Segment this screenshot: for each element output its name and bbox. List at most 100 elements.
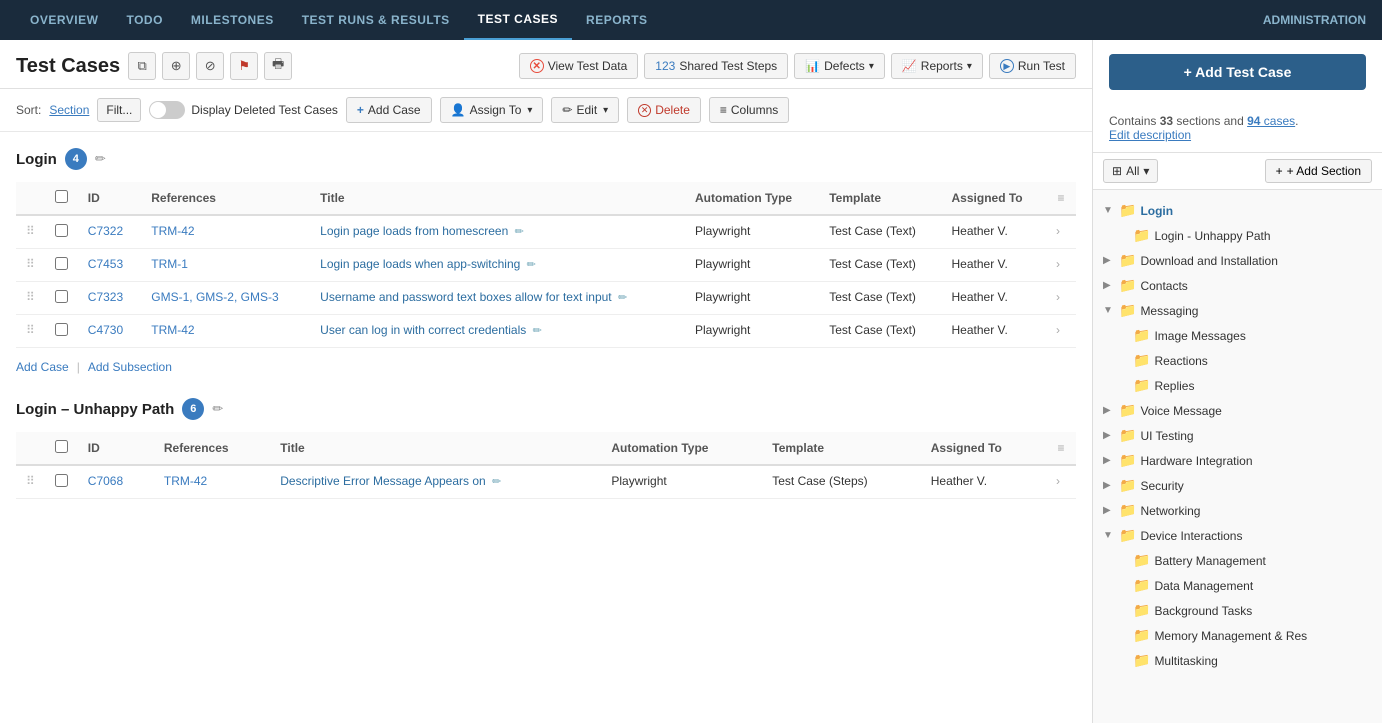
tree-item[interactable]: ▶ 📁 Hardware Integration bbox=[1093, 448, 1382, 473]
select-all-checkbox[interactable] bbox=[55, 190, 68, 203]
case-id[interactable]: C7323 bbox=[78, 282, 141, 315]
copy-icon-btn[interactable]: ⧉ bbox=[128, 52, 156, 80]
case-edit-inline-icon[interactable]: ✏ bbox=[533, 325, 542, 337]
tree-item[interactable]: ▶ 📁 Contacts bbox=[1093, 273, 1382, 298]
row-checkbox[interactable] bbox=[55, 323, 68, 336]
nav-test-runs[interactable]: TEST RUNS & RESULTS bbox=[288, 0, 464, 40]
import-icon-btn[interactable]: ⊕ bbox=[162, 52, 190, 80]
case-edit-inline-icon[interactable]: ✏ bbox=[527, 259, 536, 271]
section1-add-subsection-link[interactable]: Add Subsection bbox=[88, 360, 172, 374]
s2-col-settings-btn[interactable]: ≡ bbox=[1046, 432, 1076, 465]
case-title[interactable]: Username and password text boxes allow f… bbox=[310, 282, 685, 315]
shared-test-steps-btn[interactable]: 123 Shared Test Steps bbox=[644, 53, 788, 79]
case-edit-inline-icon[interactable]: ✏ bbox=[492, 476, 501, 488]
col-settings-btn[interactable]: ≡ bbox=[1046, 182, 1076, 215]
tree-item[interactable]: 📁 Replies bbox=[1093, 373, 1382, 398]
nav-administration[interactable]: ADMINISTRATION bbox=[1263, 13, 1366, 27]
sort-value[interactable]: Section bbox=[49, 103, 89, 117]
defects-btn[interactable]: 📊 Defects bbox=[794, 53, 885, 79]
row-checkbox[interactable] bbox=[55, 474, 68, 487]
add-section-button[interactable]: + + Add Section bbox=[1265, 159, 1372, 183]
case-expand-btn[interactable]: › bbox=[1046, 465, 1076, 499]
print-icon-btn[interactable]: 🖶 bbox=[264, 52, 292, 80]
section2-table: ID References Title Automation Type Temp… bbox=[16, 432, 1076, 499]
case-id[interactable]: C7068 bbox=[78, 465, 154, 499]
tree-item[interactable]: ▶ 📁 Networking bbox=[1093, 498, 1382, 523]
add-case-btn[interactable]: + Add Case bbox=[346, 97, 432, 123]
tree-item[interactable]: 📁 Image Messages bbox=[1093, 323, 1382, 348]
all-label: All bbox=[1126, 164, 1139, 178]
tree-item[interactable]: 📁 Login - Unhappy Path bbox=[1093, 223, 1382, 248]
x-icon: ✕ bbox=[530, 59, 544, 73]
tree-item[interactable]: ▶ 📁 Download and Installation bbox=[1093, 248, 1382, 273]
case-edit-inline-icon[interactable]: ✏ bbox=[515, 226, 524, 238]
row-checkbox[interactable] bbox=[55, 224, 68, 237]
folder-icon: 📁 bbox=[1133, 377, 1150, 394]
add-test-case-button[interactable]: + Add Test Case bbox=[1109, 54, 1366, 90]
drag-handle: ⠿ bbox=[16, 282, 45, 315]
case-expand-btn[interactable]: › bbox=[1046, 282, 1076, 315]
nav-test-cases[interactable]: TEST CASES bbox=[464, 0, 572, 40]
table-icon: ⊞ bbox=[1112, 164, 1122, 178]
case-expand-btn[interactable]: › bbox=[1046, 215, 1076, 249]
nav-reports[interactable]: REPORTS bbox=[572, 0, 662, 40]
tree-item[interactable]: 📁 Background Tasks bbox=[1093, 598, 1382, 623]
tree-item[interactable]: ▶ 📁 Voice Message bbox=[1093, 398, 1382, 423]
section2-edit-icon[interactable]: ✏ bbox=[212, 401, 223, 417]
tree-item[interactable]: ▼ 📁 Device Interactions bbox=[1093, 523, 1382, 548]
folder-icon: 📁 bbox=[1119, 502, 1136, 519]
row-checkbox[interactable] bbox=[55, 257, 68, 270]
footer-sep: | bbox=[77, 360, 80, 374]
export-icon-btn[interactable]: ⊘ bbox=[196, 52, 224, 80]
case-expand-btn[interactable]: › bbox=[1046, 249, 1076, 282]
folder-icon: 📁 bbox=[1119, 277, 1136, 294]
delete-btn[interactable]: ✕ Delete bbox=[627, 97, 701, 123]
case-edit-inline-icon[interactable]: ✏ bbox=[618, 292, 627, 304]
tree-item[interactable]: 📁 Multitasking bbox=[1093, 648, 1382, 673]
reports-icon: 📈 bbox=[902, 59, 917, 73]
columns-btn[interactable]: ≡ Columns bbox=[709, 97, 789, 123]
tree-item[interactable]: ▼ 📁 Login bbox=[1093, 198, 1382, 223]
section1-edit-icon[interactable]: ✏ bbox=[95, 151, 106, 167]
drag-handle: ⠿ bbox=[16, 249, 45, 282]
tree-item[interactable]: 📁 Battery Management bbox=[1093, 548, 1382, 573]
tree-item[interactable]: 📁 Reactions bbox=[1093, 348, 1382, 373]
row-checkbox-cell bbox=[45, 249, 78, 282]
tree-item[interactable]: ▶ 📁 UI Testing bbox=[1093, 423, 1382, 448]
tree-item[interactable]: 📁 Memory Management & Res bbox=[1093, 623, 1382, 648]
deleted-toggle[interactable] bbox=[149, 101, 185, 119]
s2-select-all-checkbox[interactable] bbox=[55, 440, 68, 453]
s2-col-header-id: ID bbox=[78, 432, 154, 465]
case-title[interactable]: Login page loads when app-switching ✏ bbox=[310, 249, 685, 282]
all-select-btn[interactable]: ⊞ All ▾ bbox=[1103, 159, 1158, 183]
assign-to-btn[interactable]: 👤 Assign To bbox=[440, 97, 544, 123]
nav-milestones[interactable]: MILESTONES bbox=[177, 0, 288, 40]
section1-header: Login 4 ✏ bbox=[16, 148, 1076, 170]
flag-icon-btn[interactable]: ⚑ bbox=[230, 52, 258, 80]
nav-todo[interactable]: TODO bbox=[112, 0, 176, 40]
view-test-data-btn[interactable]: ✕ View Test Data bbox=[519, 53, 639, 79]
case-title[interactable]: Descriptive Error Message Appears on ✏ bbox=[270, 465, 601, 499]
tree-item[interactable]: ▶ 📁 Security bbox=[1093, 473, 1382, 498]
case-id[interactable]: C7453 bbox=[78, 249, 141, 282]
case-expand-btn[interactable]: › bbox=[1046, 315, 1076, 348]
tree-item[interactable]: 📁 Data Management bbox=[1093, 573, 1382, 598]
edit-btn[interactable]: ✏ Edit bbox=[551, 97, 619, 123]
run-test-btn[interactable]: ▶ Run Test bbox=[989, 53, 1076, 79]
section1-add-case-link[interactable]: Add Case bbox=[16, 360, 69, 374]
row-checkbox[interactable] bbox=[55, 290, 68, 303]
row-checkbox-cell bbox=[45, 215, 78, 249]
edit-description-link[interactable]: Edit description bbox=[1109, 128, 1191, 142]
tree-item[interactable]: ▼ 📁 Messaging bbox=[1093, 298, 1382, 323]
nav-overview[interactable]: OVERVIEW bbox=[16, 0, 112, 40]
folder-icon: 📁 bbox=[1119, 477, 1136, 494]
filter-btn[interactable]: Filt... bbox=[97, 98, 141, 122]
meta-cases-link[interactable]: 94 cases bbox=[1247, 114, 1295, 128]
case-title[interactable]: User can log in with correct credentials… bbox=[310, 315, 685, 348]
case-id[interactable]: C7322 bbox=[78, 215, 141, 249]
case-id[interactable]: C4730 bbox=[78, 315, 141, 348]
case-title[interactable]: Login page loads from homescreen ✏ bbox=[310, 215, 685, 249]
s2-col-header-assigned-to: Assigned To bbox=[921, 432, 1046, 465]
main-layout: Test Cases ⧉ ⊕ ⊘ ⚑ 🖶 ✕ View Test Data 12… bbox=[0, 40, 1382, 723]
reports-btn[interactable]: 📈 Reports bbox=[891, 53, 983, 79]
